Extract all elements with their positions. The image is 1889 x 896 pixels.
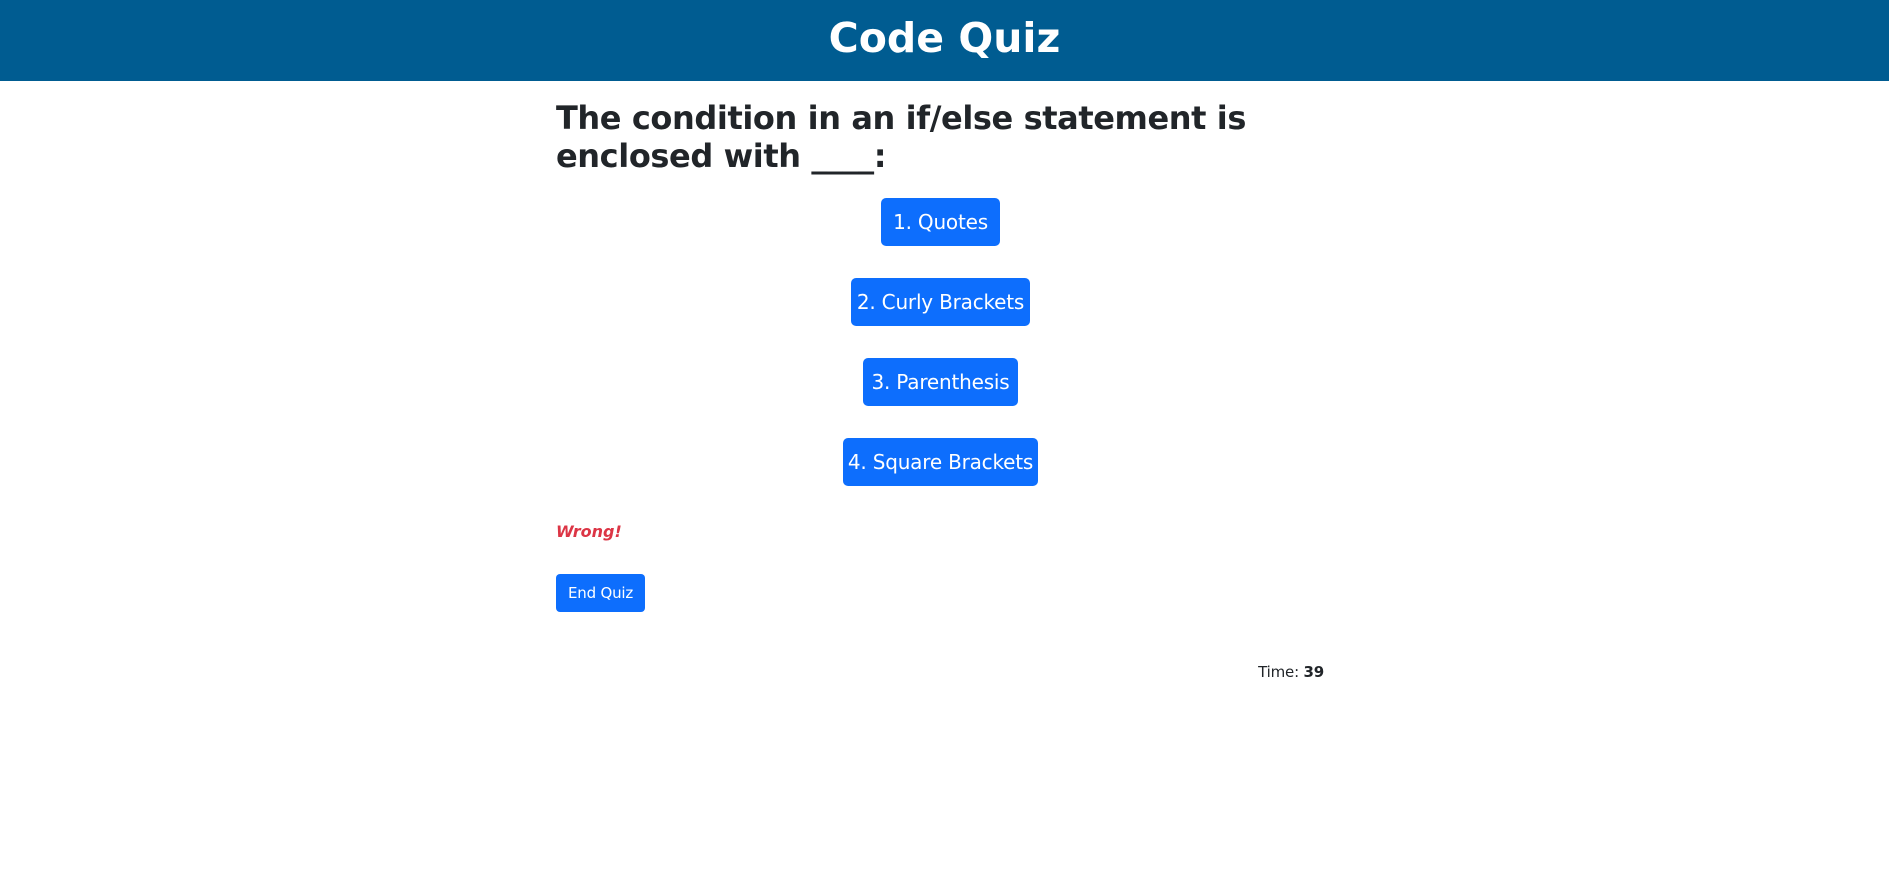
answer-feedback: Wrong! <box>556 522 622 541</box>
question-text: The condition in an if/else statement is… <box>556 99 1247 175</box>
choice-button-4[interactable]: 4. Square Brackets <box>843 438 1038 486</box>
app-header: Code Quiz <box>0 0 1889 81</box>
timer-display: Time: 39 <box>1258 662 1324 682</box>
end-quiz-button[interactable]: End Quiz <box>556 574 645 612</box>
timer-value: 39 <box>1303 663 1325 681</box>
choice-button-3[interactable]: 3. Parenthesis <box>863 358 1018 406</box>
page-title: Code Quiz <box>828 14 1061 62</box>
timer-label: Time: <box>1258 663 1299 681</box>
choice-button-2[interactable]: 2. Curly Brackets <box>851 278 1030 326</box>
choice-button-1[interactable]: 1. Quotes <box>881 198 1000 246</box>
